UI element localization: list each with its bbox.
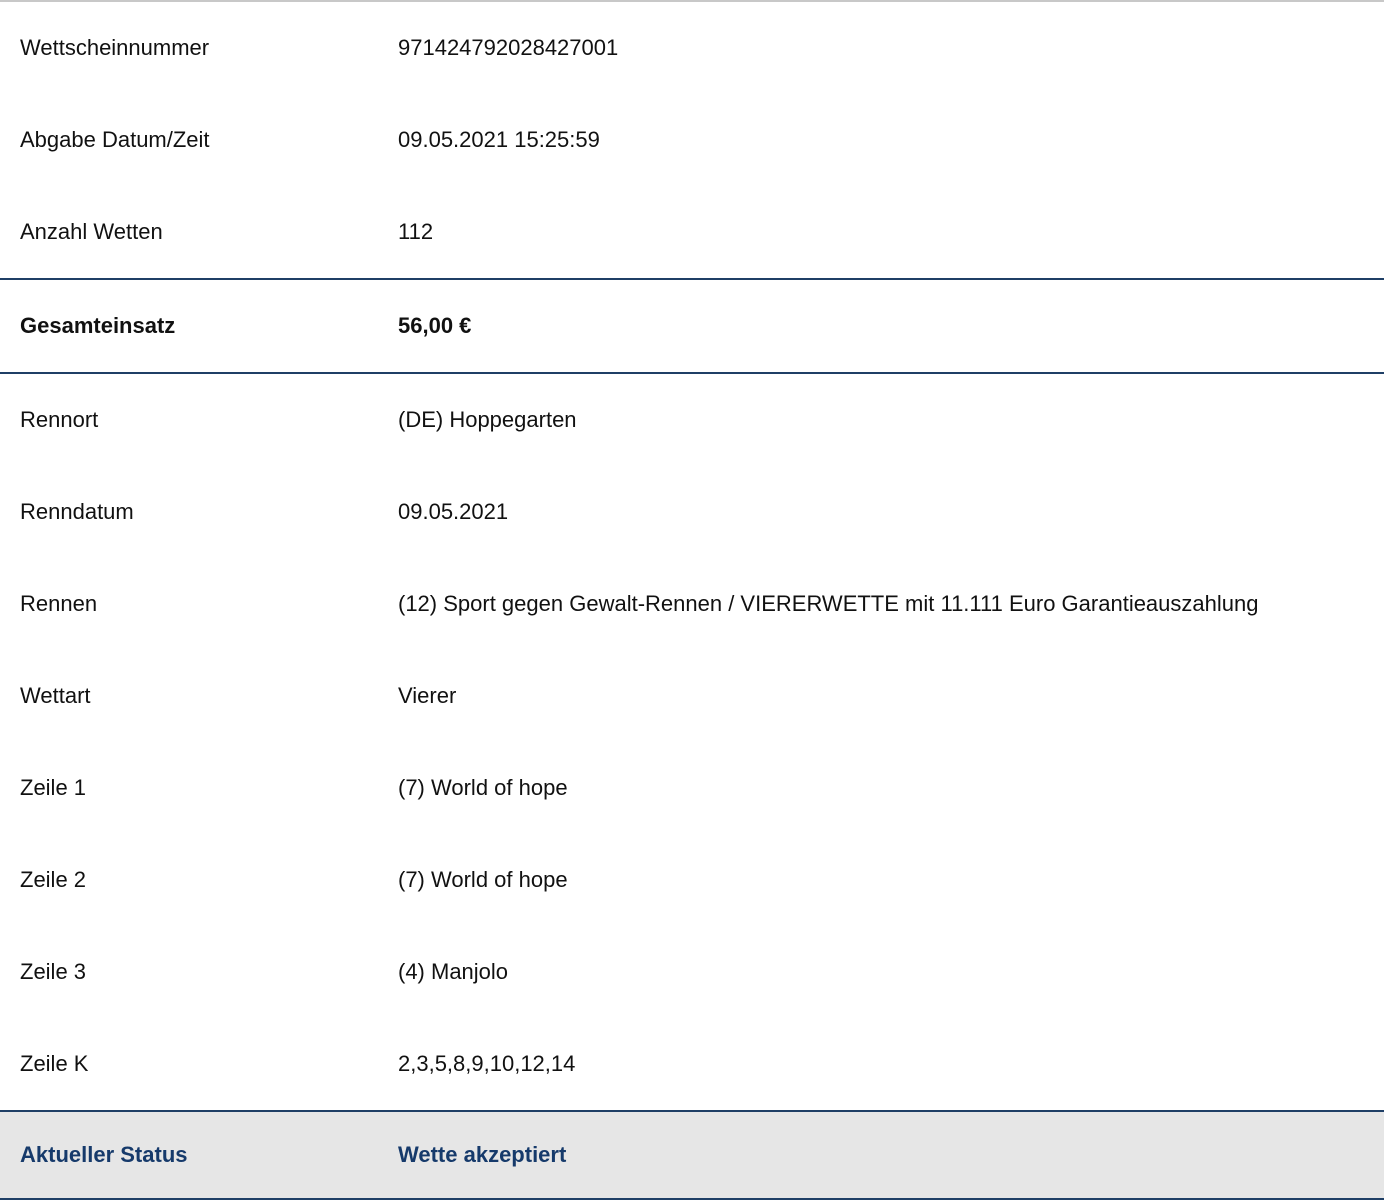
line-k-value: 2,3,5,8,9,10,12,14 <box>398 1051 576 1076</box>
row-line-3: Zeile 3 (4) Manjolo <box>0 926 1384 1018</box>
race-label: Rennen <box>20 591 98 616</box>
row-bet-count: Anzahl Wetten 112 <box>0 186 1384 278</box>
venue-value: (DE) Hoppegarten <box>398 407 577 432</box>
row-line-2: Zeile 2 (7) World of hope <box>0 834 1384 926</box>
row-current-status: Aktueller Status Wette akzeptiert <box>0 1112 1384 1198</box>
line-2-label: Zeile 2 <box>20 867 87 892</box>
row-line-1: Zeile 1 (7) World of hope <box>0 742 1384 834</box>
status-value: Wette akzeptiert <box>398 1142 567 1167</box>
submitted-value: 09.05.2021 15:25:59 <box>398 127 600 152</box>
line-1-label: Zeile 1 <box>20 775 87 800</box>
race-date-label: Renndatum <box>20 499 134 524</box>
row-total-stake: Gesamteinsatz 56,00 € <box>0 280 1384 372</box>
ticket-number-value: 971424792028427001 <box>398 35 619 60</box>
row-venue: Rennort (DE) Hoppegarten <box>0 374 1384 466</box>
bet-type-label: Wettart <box>20 683 91 708</box>
race-date-value: 09.05.2021 <box>398 499 509 524</box>
line-3-value: (4) Manjolo <box>398 959 509 984</box>
line-3-label: Zeile 3 <box>20 959 87 984</box>
bet-ticket-details: Wettscheinnummer 971424792028427001 Abga… <box>0 0 1384 1200</box>
line-k-label: Zeile K <box>20 1051 89 1076</box>
submitted-label: Abgabe Datum/Zeit <box>20 127 210 152</box>
total-stake-label: Gesamteinsatz <box>20 313 176 338</box>
ticket-number-label: Wettscheinnummer <box>20 35 210 60</box>
line-2-value: (7) World of hope <box>398 867 568 892</box>
row-race-date: Renndatum 09.05.2021 <box>0 466 1384 558</box>
bet-type-value: Vierer <box>398 683 457 708</box>
bet-count-label: Anzahl Wetten <box>20 219 163 244</box>
row-submitted: Abgabe Datum/Zeit 09.05.2021 15:25:59 <box>0 94 1384 186</box>
race-value: (12) Sport gegen Gewalt-Rennen / VIERERW… <box>398 591 1259 616</box>
line-1-value: (7) World of hope <box>398 775 568 800</box>
row-line-k: Zeile K 2,3,5,8,9,10,12,14 <box>0 1018 1384 1110</box>
status-label: Aktueller Status <box>20 1142 188 1167</box>
row-race: Rennen (12) Sport gegen Gewalt-Rennen / … <box>0 558 1384 650</box>
bet-count-value: 112 <box>398 219 434 244</box>
row-ticket-number: Wettscheinnummer 971424792028427001 <box>0 2 1384 94</box>
venue-label: Rennort <box>20 407 99 432</box>
total-stake-value: 56,00 € <box>398 313 472 338</box>
row-bet-type: Wettart Vierer <box>0 650 1384 742</box>
